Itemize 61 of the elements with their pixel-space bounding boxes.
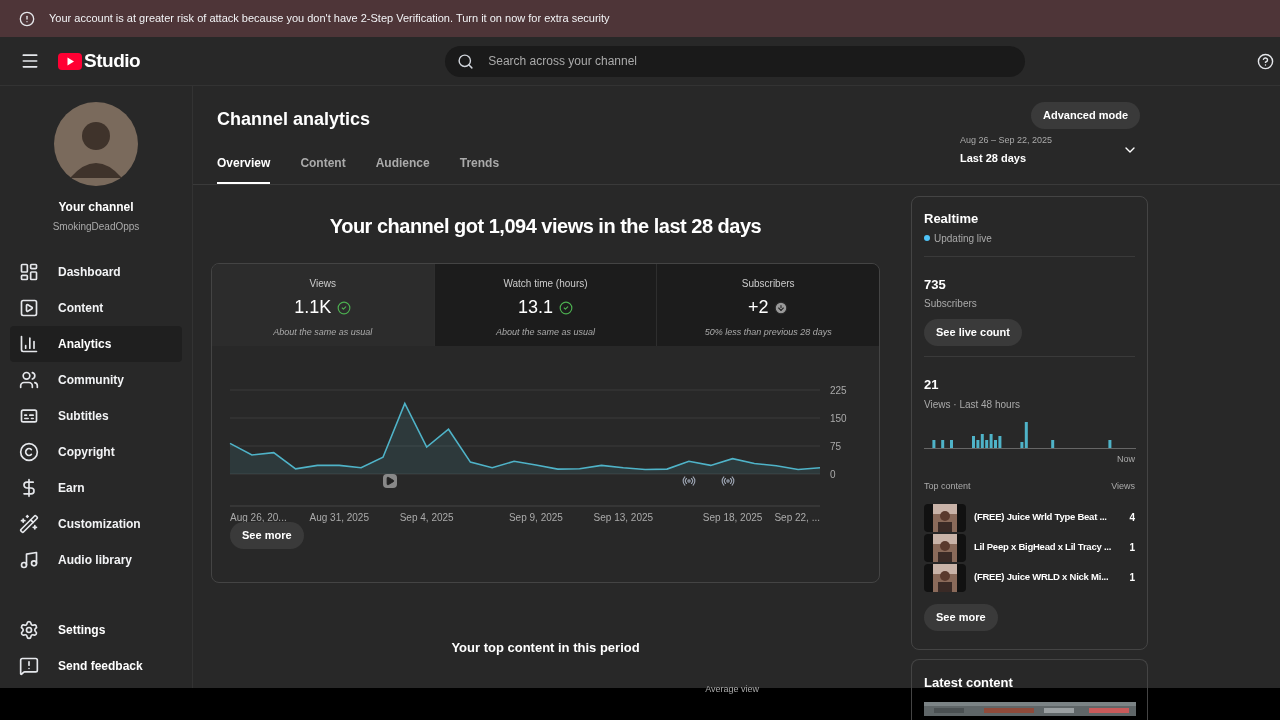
tab[interactable]: Audience bbox=[375, 154, 430, 184]
card-title: Realtime bbox=[924, 210, 980, 228]
see-more-button[interactable]: See more bbox=[230, 521, 304, 549]
advanced-mode-button[interactable]: Advanced mode bbox=[1031, 102, 1140, 129]
sidebar-item[interactable]: Send feedback bbox=[10, 648, 182, 684]
channel-title: Your channel bbox=[58, 199, 134, 216]
sidebar-item[interactable]: Earn bbox=[10, 470, 182, 506]
axis-label: 150 bbox=[830, 413, 847, 424]
page-title: Channel analytics bbox=[217, 108, 372, 131]
sidebar-item[interactable]: Community bbox=[10, 362, 182, 398]
video-views: 4 bbox=[1129, 511, 1135, 525]
sidebar-item[interactable]: Content bbox=[10, 290, 182, 326]
sidebar-item[interactable]: Analytics bbox=[10, 326, 182, 362]
overview-headline: Your channel got 1,094 views in the last 28 days bbox=[329, 214, 762, 239]
see-more-button[interactable]: See more bbox=[924, 603, 998, 631]
video-title: (FREE) Juice WRLD x Nick Mi... bbox=[974, 570, 1110, 585]
metric-tab[interactable]: Views 1.1K About the same as usual bbox=[212, 264, 434, 346]
section-title: Your top content in this period bbox=[451, 639, 640, 657]
banner-text: Your account is at greater risk of attack because you don't have 2-Step Verification. Turn it on now for extra security bbox=[49, 11, 610, 27]
sidebar-item[interactable]: Dashboard bbox=[10, 254, 182, 290]
axis-label: 225 bbox=[830, 385, 847, 396]
video-views: 1 bbox=[1129, 541, 1135, 555]
video-views: 1 bbox=[1129, 571, 1135, 585]
sidebar-item[interactable]: Subtitles bbox=[10, 398, 182, 434]
card-title: Latest content bbox=[924, 673, 1014, 692]
subscriber-count: 735 bbox=[924, 275, 946, 294]
sidebar-item[interactable]: Settings bbox=[10, 612, 182, 648]
axis-label: Sep 4, 2025 bbox=[399, 512, 454, 523]
search-field[interactable]: Search across your channel bbox=[445, 45, 1026, 77]
sidebar-item[interactable]: Customization bbox=[10, 506, 182, 542]
axis-label: Sep 22, ... bbox=[774, 512, 820, 523]
subscriber-label: Subscribers bbox=[924, 297, 977, 311]
tab[interactable]: Overview bbox=[217, 154, 271, 184]
tab[interactable]: Trends bbox=[459, 154, 500, 184]
logo-text: Studio bbox=[84, 48, 141, 73]
tab[interactable]: Content bbox=[300, 154, 346, 184]
top-content-row[interactable]: Lil Peep x BigHead x Lil Tracy ... 1 bbox=[924, 533, 1135, 562]
column-heading: Views bbox=[1111, 480, 1135, 493]
date-range-picker[interactable]: Aug 26 – Sep 22, 2025 Last 28 days bbox=[960, 134, 1140, 166]
metric-tab[interactable]: Subscribers +2 50% less than previous 28 days bbox=[656, 264, 879, 346]
axis-label: 0 bbox=[830, 469, 836, 480]
column-heading: Average view bbox=[705, 682, 759, 696]
top-content-row[interactable]: (FREE) Juice Wrld Type Beat ... 4 bbox=[924, 503, 1135, 532]
sidebar-item[interactable]: Copyright bbox=[10, 434, 182, 470]
top-content-row[interactable]: (FREE) Juice WRLD x Nick Mi... 1 bbox=[924, 563, 1135, 592]
axis-label: 75 bbox=[830, 441, 842, 452]
axis-label: Sep 9, 2025 bbox=[508, 512, 563, 523]
column-heading: Top content bbox=[924, 480, 971, 493]
channel-handle: SmokingDeadOpps bbox=[52, 220, 140, 234]
metric-tab[interactable]: Watch time (hours) 13.1 About the same as usual bbox=[433, 264, 657, 346]
now-label: Now bbox=[1117, 452, 1135, 466]
sidebar-item[interactable]: Audio library bbox=[10, 542, 182, 578]
axis-label: Aug 31, 2025 bbox=[309, 512, 369, 523]
live-status: Updating live bbox=[934, 231, 992, 246]
axis-label: Sep 18, 2025 bbox=[702, 512, 763, 523]
views-label: Views · Last 48 hours bbox=[924, 397, 1021, 412]
view-count: 21 bbox=[924, 376, 940, 394]
see-live-count-button[interactable]: See live count bbox=[924, 319, 1022, 346]
video-title: (FREE) Juice Wrld Type Beat ... bbox=[974, 510, 1108, 525]
video-title: Lil Peep x BigHead x Lil Tracy ... bbox=[974, 540, 1113, 555]
axis-label: Sep 13, 2025 bbox=[593, 512, 654, 523]
